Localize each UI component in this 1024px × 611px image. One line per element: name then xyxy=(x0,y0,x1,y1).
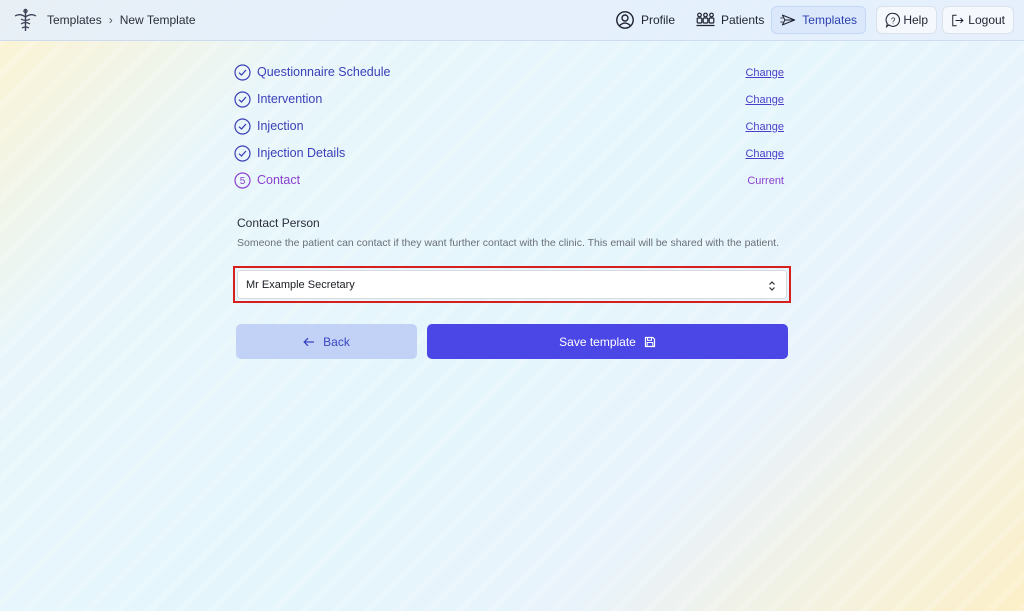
nav-patients-button[interactable]: Patients xyxy=(688,6,772,34)
step-label: Questionnaire Schedule xyxy=(257,65,391,79)
step-label: Injection Details xyxy=(257,146,346,160)
breadcrumb: Templates › New Template xyxy=(47,13,196,27)
step-change-link[interactable]: Change xyxy=(745,148,784,160)
step-questionnaire-schedule: Questionnaire Schedule Change xyxy=(234,62,786,82)
nav-logout-button[interactable]: Logout xyxy=(942,6,1014,34)
step-label: Contact xyxy=(257,173,301,187)
arrow-left-icon xyxy=(303,337,315,346)
step-change-link[interactable]: Change xyxy=(745,94,784,106)
check-circle-icon xyxy=(234,144,251,162)
svg-text:?: ? xyxy=(891,16,896,25)
step-intervention: Intervention Change xyxy=(234,89,786,109)
nav-help-button[interactable]: ? Help xyxy=(876,6,937,34)
check-circle-icon xyxy=(234,117,251,135)
nav-patients-label: Patients xyxy=(721,13,765,27)
help-bubble-icon: ? xyxy=(885,12,901,29)
contact-person-select[interactable]: Mr Example Secretary xyxy=(237,270,787,299)
step-injection: Injection Change xyxy=(234,116,786,136)
logout-door-icon xyxy=(952,14,964,26)
nav-logout-label: Logout xyxy=(968,13,1005,27)
breadcrumb-templates-link[interactable]: Templates xyxy=(47,13,102,27)
check-circle-icon xyxy=(234,90,251,108)
step-current-label: Current xyxy=(747,175,784,187)
save-template-button[interactable]: Save template xyxy=(427,324,788,359)
top-navigation-bar: Templates › New Template Profile Patient… xyxy=(0,0,1024,41)
step-number: 5 xyxy=(240,176,246,187)
step-contact: 5 Contact Current xyxy=(234,170,786,190)
step-label: Injection xyxy=(257,119,304,133)
nav-templates-label: Templates xyxy=(802,13,857,27)
back-button[interactable]: Back xyxy=(236,324,417,359)
back-button-label: Back xyxy=(323,334,350,349)
breadcrumb-current: New Template xyxy=(119,13,196,27)
nav-profile-button[interactable]: Profile xyxy=(607,6,683,34)
step-label: Intervention xyxy=(257,92,323,106)
floppy-disk-icon xyxy=(644,336,655,347)
step-number-circle-icon: 5 xyxy=(234,171,251,189)
contact-person-select-highlight: Mr Example Secretary xyxy=(233,266,791,303)
send-arrow-icon xyxy=(780,14,796,26)
step-injection-details: Injection Details Change xyxy=(234,143,786,163)
nav-profile-label: Profile xyxy=(641,13,676,27)
people-group-icon xyxy=(696,12,715,27)
save-template-label: Save template xyxy=(559,334,636,349)
select-updown-chevron-icon xyxy=(769,281,775,291)
nav-help-label: Help xyxy=(903,13,928,27)
caduceus-logo-icon[interactable] xyxy=(13,8,38,33)
breadcrumb-separator: › xyxy=(108,13,113,27)
contact-person-description: Someone the patient can contact if they … xyxy=(237,237,780,249)
contact-person-title: Contact Person xyxy=(237,216,320,230)
step-change-link[interactable]: Change xyxy=(745,67,784,79)
user-circle-icon xyxy=(616,11,634,29)
contact-person-selected-value: Mr Example Secretary xyxy=(246,278,355,291)
check-circle-icon xyxy=(234,63,251,81)
nav-templates-button[interactable]: Templates xyxy=(771,6,866,34)
step-change-link[interactable]: Change xyxy=(745,121,784,133)
